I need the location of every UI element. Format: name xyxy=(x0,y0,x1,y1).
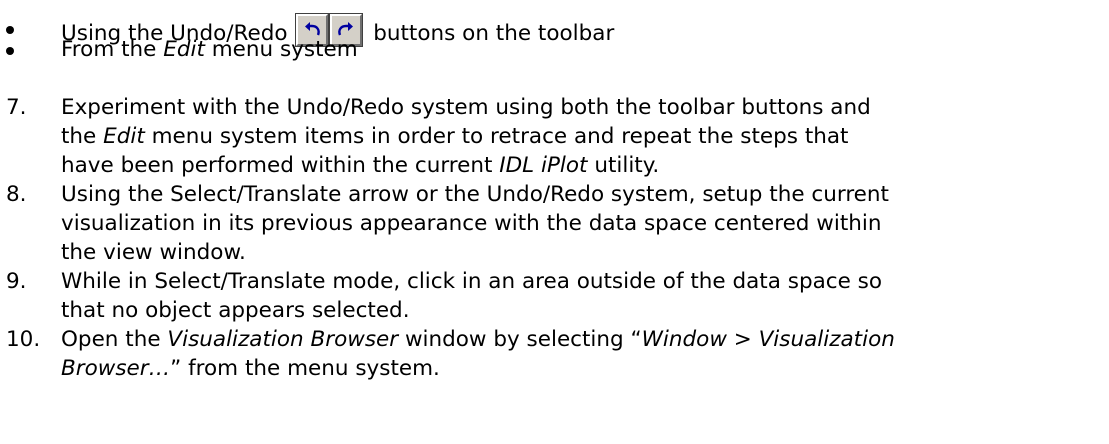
step-number: 9. xyxy=(6,269,27,294)
step-text: Using the Select/Translate arrow or the … xyxy=(61,182,889,207)
step-number: 7. xyxy=(6,95,27,120)
step-text: the Edit menu system items in order to r… xyxy=(61,124,848,150)
step-text-emphasis: Window > Visualization xyxy=(641,327,895,352)
step-text: that no object appears selected. xyxy=(61,298,410,323)
step-text-emphasis: Visualization Browser xyxy=(167,327,399,352)
step-text: have been performed within the current I… xyxy=(61,153,659,179)
step-text-emphasis: Edit xyxy=(103,124,145,149)
step-text-part: Open the xyxy=(61,327,168,352)
bullet-text-post: buttons on the toolbar xyxy=(366,21,615,46)
step-text-emphasis: IDL iPlot xyxy=(499,153,588,178)
bullet-text-post: menu system xyxy=(204,37,358,62)
step-text: Experiment with the Undo/Redo system usi… xyxy=(61,95,871,120)
step-text-part: window by selecting “ xyxy=(398,327,642,352)
step-text: While in Select/Translate mode, click in… xyxy=(61,269,883,294)
step-number: 10. xyxy=(6,327,41,352)
step-text-part: utility. xyxy=(587,153,660,178)
bullet-text: From the Edit menu system xyxy=(61,37,358,63)
bullet-text-pre: From the xyxy=(61,37,164,62)
bullet-text-emphasis: Edit xyxy=(163,37,205,62)
step-text-part: menu system items in order to retrace an… xyxy=(144,124,849,149)
step-text-part: the xyxy=(61,124,104,149)
step-text-emphasis: Browser… xyxy=(61,356,171,381)
step-text-part: have been performed within the current xyxy=(61,153,500,178)
step-number: 8. xyxy=(6,182,27,207)
step-text-part: ” from the menu system. xyxy=(170,356,440,381)
bullet-marker xyxy=(6,47,14,55)
step-text: visualization in its previous appearance… xyxy=(61,211,882,236)
step-text: the view window. xyxy=(61,240,246,265)
step-text: Open the Visualization Browser window by… xyxy=(61,327,895,353)
step-text: Browser…” from the menu system. xyxy=(61,356,440,382)
bullet-marker xyxy=(6,26,14,34)
